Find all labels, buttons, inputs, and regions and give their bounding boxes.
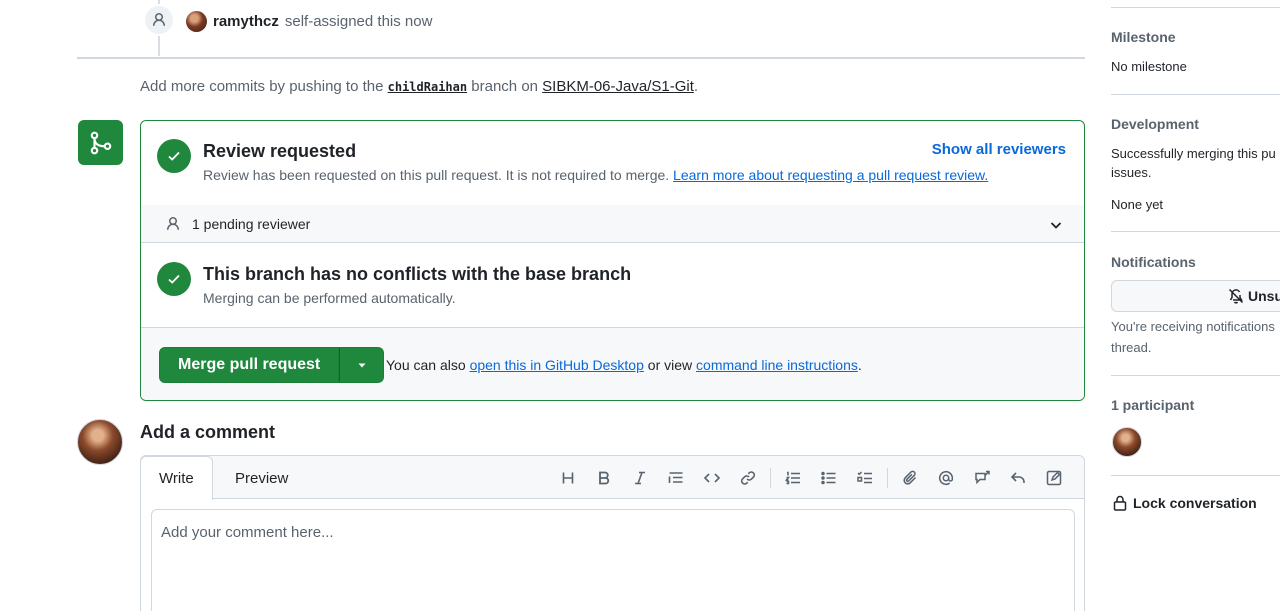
development-value: None yet (1111, 197, 1164, 212)
or-view-text: or view (647, 357, 693, 373)
participants-heading: 1 participant (1111, 397, 1195, 413)
sidebar-divider (1111, 475, 1280, 476)
unsubscribe-button[interactable]: Unsu (1111, 280, 1280, 312)
quote-icon[interactable] (658, 464, 694, 492)
sidebar-divider (1111, 231, 1280, 232)
lock-conversation-button[interactable]: Lock conversation (1113, 495, 1257, 511)
person-icon (143, 4, 175, 36)
also-text: You can also (386, 357, 466, 373)
sidebar-divider (1111, 375, 1280, 376)
commits-note-suffix: . (693, 78, 699, 95)
attach-icon[interactable] (892, 464, 928, 492)
toolbar-divider (887, 467, 888, 488)
review-desc-text: Review has been requested on this pull r… (203, 167, 670, 183)
merge-alternatives-end: . (857, 357, 862, 373)
development-desc-2: issues. (1111, 165, 1152, 180)
tab-preview[interactable]: Preview (217, 456, 306, 500)
heading-icon[interactable] (550, 464, 586, 492)
merge-footer: Merge pull request You can also open thi… (141, 327, 1084, 400)
link-icon[interactable] (730, 464, 766, 492)
comment-editor: Write Preview Add your comment here... (140, 455, 1085, 611)
comment-textarea[interactable]: Add your comment here... (151, 509, 1075, 611)
pending-reviewers-row[interactable]: 1 pending reviewer (141, 205, 1084, 243)
conflicts-desc: Merging can be performed automatically. (203, 290, 456, 306)
notifications-desc: You're receiving notifications (1111, 319, 1275, 334)
merge-box: Review requested Show all reviewers Revi… (140, 120, 1085, 401)
milestone-heading[interactable]: Milestone (1111, 29, 1280, 45)
notifications-heading: Notifications (1111, 254, 1196, 270)
event-user[interactable]: ramythcz (213, 13, 279, 30)
commits-note-middle: branch on (471, 78, 538, 95)
check-icon (157, 139, 191, 173)
toolbar-divider (770, 467, 771, 488)
chevron-down-icon[interactable] (1048, 217, 1064, 233)
github-desktop-link[interactable]: open this in GitHub Desktop (470, 357, 644, 373)
cross-reference-icon[interactable] (964, 464, 1000, 492)
unsubscribe-label: Unsu (1248, 288, 1280, 304)
timeline-divider (77, 57, 1085, 59)
pending-reviewer-label: 1 pending reviewer (192, 215, 311, 232)
avatar[interactable] (77, 419, 123, 465)
commits-note-prefix: Add more commits by pushing to the (140, 78, 384, 95)
reply-icon[interactable] (1000, 464, 1036, 492)
conflicts-title: This branch has no conflicts with the ba… (203, 264, 632, 284)
unordered-list-icon[interactable] (811, 464, 847, 492)
timeline-event: ramythcz self-assigned this now (186, 10, 432, 32)
bell-slash-icon (1228, 288, 1244, 304)
person-icon (167, 216, 179, 230)
development-heading[interactable]: Development (1111, 116, 1280, 132)
merge-options-button[interactable] (339, 347, 385, 383)
check-icon (157, 262, 191, 296)
task-list-icon[interactable] (847, 464, 883, 492)
fullscreen-edit-icon[interactable] (1036, 464, 1072, 492)
show-all-reviewers-link[interactable]: Show all reviewers (932, 141, 1066, 158)
editor-toolbar: Write Preview (140, 456, 1084, 500)
triangle-down-icon (358, 363, 366, 368)
ordered-list-icon[interactable] (775, 464, 811, 492)
notifications-desc-2: thread. (1111, 340, 1152, 355)
lock-icon (1113, 495, 1127, 511)
avatar[interactable] (186, 10, 207, 32)
sidebar-divider (1111, 7, 1280, 8)
merge-alternatives: You can also open this in GitHub Desktop… (386, 357, 862, 373)
git-merge-icon (78, 120, 123, 165)
event-action: self-assigned this now (284, 12, 433, 30)
mention-icon[interactable] (928, 464, 964, 492)
italic-icon[interactable] (622, 464, 658, 492)
merge-button-group: Merge pull request (159, 347, 385, 383)
review-desc: Review has been requested on this pull r… (203, 167, 988, 183)
participant-avatar[interactable] (1112, 427, 1142, 457)
formatting-tools (550, 456, 1072, 499)
repo-link[interactable]: SIBKM-06-Java/S1-Git (542, 78, 694, 95)
milestone-value: No milestone (1111, 59, 1187, 74)
sidebar-divider (1111, 94, 1280, 95)
learn-more-link[interactable]: Learn more about requesting a pull reque… (673, 167, 988, 183)
development-desc: Successfully merging this pu (1111, 146, 1276, 161)
bold-icon[interactable] (586, 464, 622, 492)
code-icon[interactable] (694, 464, 730, 492)
tab-write[interactable]: Write (140, 456, 213, 500)
merge-pull-request-button[interactable]: Merge pull request (159, 347, 340, 383)
add-comment-heading: Add a comment (140, 422, 276, 442)
lock-conversation-label: Lock conversation (1133, 495, 1257, 511)
commits-note: Add more commits by pushing to the child… (140, 78, 698, 95)
command-line-link[interactable]: command line instructions (696, 357, 858, 373)
review-title: Review requested (203, 141, 357, 161)
branch-name[interactable]: childRaihan (388, 80, 467, 94)
